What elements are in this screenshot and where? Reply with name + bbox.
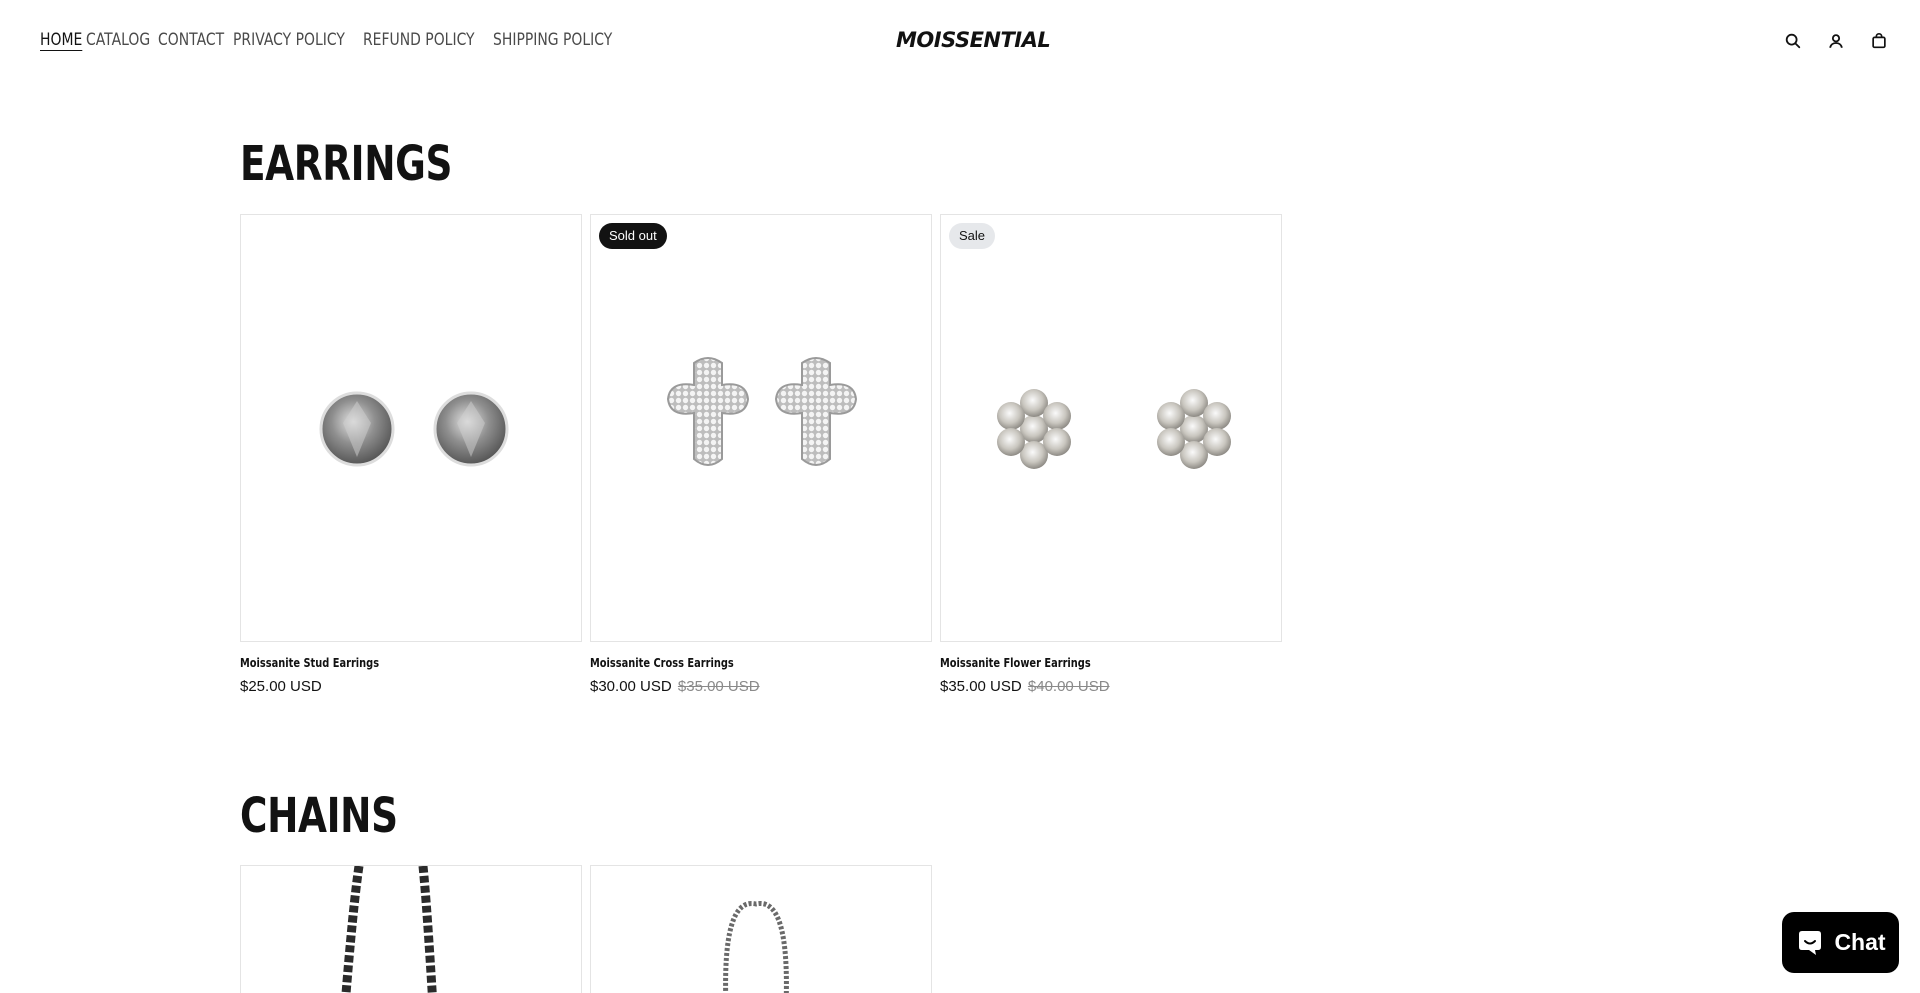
product-card[interactable]: Sale Moissanite Flower Earrings $35.00 U… <box>940 214 1282 695</box>
product-title[interactable]: Moissanite Cross Earrings <box>590 656 870 670</box>
main-nav: HOME CATALOG CONTACT PRIVACY POLICY REFU… <box>40 30 612 50</box>
product-card[interactable] <box>240 865 582 993</box>
section-title-chains: CHAINS <box>240 788 398 844</box>
product-image-flower-earrings[interactable]: Sale <box>940 214 1282 642</box>
section-title-earrings: EARRINGS <box>240 136 453 192</box>
product-price: $30.00 USD $35.00 USD <box>590 678 932 695</box>
price-compare: $40.00 USD <box>1027 678 1110 695</box>
chat-label: Chat <box>1834 929 1886 955</box>
nav-contact[interactable]: CONTACT <box>158 30 224 50</box>
account-icon[interactable] <box>1825 30 1847 52</box>
sale-badge: Sale <box>949 223 996 249</box>
price-sale: $30.00 USD <box>590 678 672 695</box>
nav-home[interactable]: HOME <box>40 30 82 50</box>
product-title[interactable]: Moissanite Stud Earrings <box>240 656 520 670</box>
product-image-stud-earrings[interactable] <box>240 214 582 642</box>
nav-privacy-policy[interactable]: PRIVACY POLICY <box>233 30 345 50</box>
product-card[interactable]: Moissanite Stud Earrings $25.00 USD <box>240 214 582 695</box>
header-icons <box>1782 30 1890 52</box>
product-price: $25.00 USD <box>240 678 582 695</box>
price-compare: $35.00 USD <box>677 678 760 695</box>
site-logo[interactable]: MOISSENTIAL <box>896 28 1051 52</box>
price-sale: $25.00 USD <box>240 678 322 695</box>
product-image-rope-chain[interactable] <box>240 865 582 993</box>
product-title[interactable]: Moissanite Flower Earrings <box>940 656 1220 670</box>
nav-catalog[interactable]: CATALOG <box>86 30 150 50</box>
price-sale: $35.00 USD <box>940 678 1022 695</box>
product-price: $35.00 USD $40.00 USD <box>940 678 1282 695</box>
product-image-tennis-chain[interactable] <box>590 865 932 993</box>
product-card[interactable]: Sold out Moissanite Cross Earrings $30.0… <box>590 214 932 695</box>
search-icon[interactable] <box>1782 30 1804 52</box>
chat-button[interactable]: Chat <box>1782 912 1899 973</box>
nav-shipping-policy[interactable]: SHIPPING POLICY <box>493 30 612 50</box>
product-grid-chains <box>240 865 932 993</box>
product-grid-earrings: Moissanite Stud Earrings $25.00 USD Sold… <box>240 214 1282 695</box>
nav-refund-policy[interactable]: REFUND POLICY <box>363 30 475 50</box>
site-header: HOME CATALOG CONTACT PRIVACY POLICY REFU… <box>0 0 1920 88</box>
product-image-cross-earrings[interactable]: Sold out <box>590 214 932 642</box>
product-card[interactable] <box>590 865 932 993</box>
cart-icon[interactable] <box>1868 30 1890 52</box>
sold-out-badge: Sold out <box>599 223 667 249</box>
chat-bubble-icon <box>1799 930 1822 955</box>
